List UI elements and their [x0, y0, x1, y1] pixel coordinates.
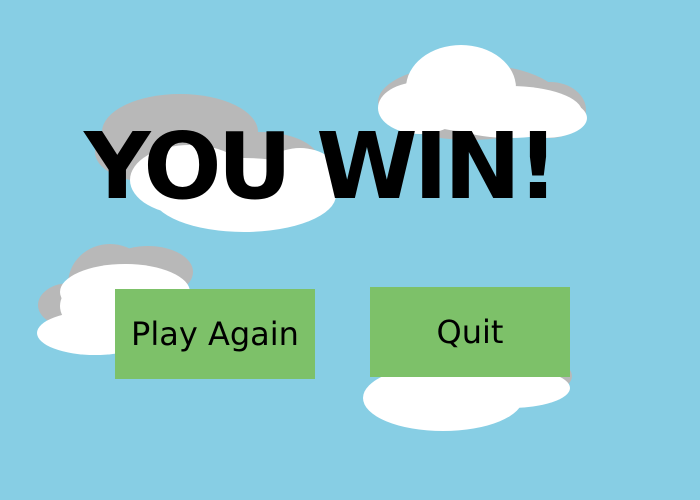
quit-button[interactable]: Quit: [370, 287, 570, 377]
win-screen: YOU WIN! Play Again Quit: [0, 0, 700, 500]
play-again-button[interactable]: Play Again: [115, 289, 315, 379]
win-title: YOU WIN!: [84, 113, 559, 220]
sky-background: [0, 0, 700, 500]
